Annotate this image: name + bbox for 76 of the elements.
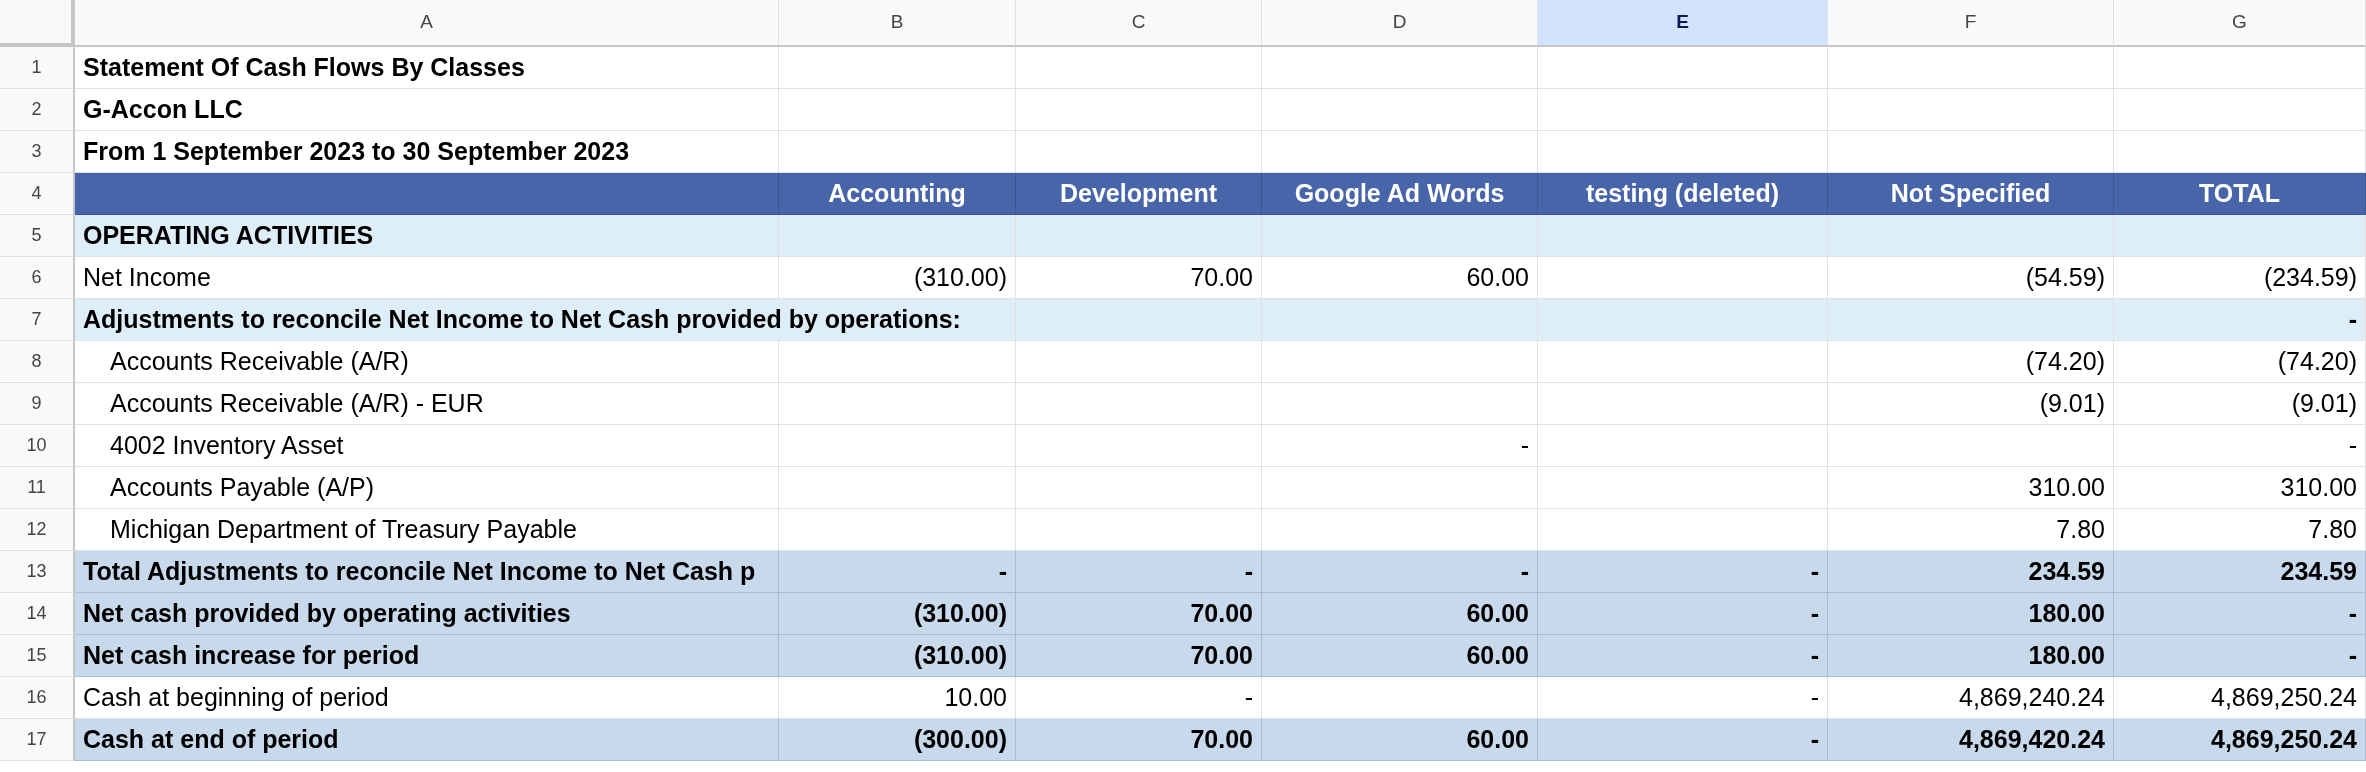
row-header[interactable]: 12 xyxy=(0,509,75,551)
column-header[interactable]: E xyxy=(1538,0,1828,47)
column-title: TOTAL xyxy=(2114,173,2366,215)
table-cell: Accounts Receivable (A/R) xyxy=(75,341,779,383)
row-header[interactable]: 10 xyxy=(0,425,75,467)
table-cell: 310.00 xyxy=(1828,467,2114,509)
table-cell: 234.59 xyxy=(2114,551,2366,593)
table-cell: (9.01) xyxy=(2114,383,2366,425)
table-cell: 4002 Inventory Asset xyxy=(75,425,779,467)
column-title: testing (deleted) xyxy=(1538,173,1828,215)
row-header[interactable]: 16 xyxy=(0,677,75,719)
table-cell: (310.00) xyxy=(779,593,1016,635)
column-title: Not Specified xyxy=(1828,173,2114,215)
row-header[interactable]: 2 xyxy=(0,89,75,131)
row-header[interactable]: 13 xyxy=(0,551,75,593)
table-cell: 60.00 xyxy=(1262,635,1538,677)
column-header[interactable]: G xyxy=(2114,0,2366,47)
table-cell: OPERATING ACTIVITIES xyxy=(75,215,779,257)
table-cell: (9.01) xyxy=(1828,383,2114,425)
column-header[interactable]: F xyxy=(1828,0,2114,47)
table-cell: 234.59 xyxy=(1828,551,2114,593)
row-header[interactable]: 3 xyxy=(0,131,75,173)
table-cell: - xyxy=(1538,719,1828,761)
table-cell: - xyxy=(2114,635,2366,677)
table-cell: 310.00 xyxy=(2114,467,2366,509)
table-cell: - xyxy=(1538,635,1828,677)
table-cell: 60.00 xyxy=(1262,593,1538,635)
table-cell: - xyxy=(1262,551,1538,593)
column-title: Development xyxy=(1016,173,1262,215)
table-cell: 180.00 xyxy=(1828,635,2114,677)
column-header[interactable]: B xyxy=(779,0,1016,47)
table-cell: 70.00 xyxy=(1016,635,1262,677)
row-header[interactable]: 9 xyxy=(0,383,75,425)
column-title: Google Ad Words xyxy=(1262,173,1538,215)
table-cell: (310.00) xyxy=(779,635,1016,677)
table-cell: G-Accon LLC xyxy=(75,89,779,131)
row-header[interactable]: 11 xyxy=(0,467,75,509)
column-header[interactable]: C xyxy=(1016,0,1262,47)
row-header[interactable]: 7 xyxy=(0,299,75,341)
table-cell: Accounts Receivable (A/R) - EUR xyxy=(75,383,779,425)
table-cell: (300.00) xyxy=(779,719,1016,761)
column-header[interactable]: A xyxy=(75,0,779,47)
table-cell: 70.00 xyxy=(1016,719,1262,761)
table-cell: (74.20) xyxy=(2114,341,2366,383)
row-header[interactable]: 6 xyxy=(0,257,75,299)
table-cell: - xyxy=(2114,425,2366,467)
table-cell: - xyxy=(1538,551,1828,593)
table-cell: - xyxy=(2114,299,2366,341)
row-header[interactable]: 4 xyxy=(0,173,75,215)
table-cell: - xyxy=(2114,593,2366,635)
table-cell: Total Adjustments to reconcile Net Income to Net Cash p xyxy=(75,551,779,593)
table-cell: 4,869,420.24 xyxy=(1828,719,2114,761)
table-cell: - xyxy=(1262,425,1538,467)
column-header[interactable]: D xyxy=(1262,0,1538,47)
table-cell: 180.00 xyxy=(1828,593,2114,635)
table-cell: Net cash provided by operating activities xyxy=(75,593,779,635)
table-cell: - xyxy=(1016,551,1262,593)
table-cell: Statement Of Cash Flows By Classes xyxy=(75,47,779,89)
table-cell: - xyxy=(1538,593,1828,635)
row-header[interactable]: 14 xyxy=(0,593,75,635)
row-header[interactable]: 17 xyxy=(0,719,75,761)
row-header[interactable]: 1 xyxy=(0,47,75,89)
column-title: Accounting xyxy=(779,173,1016,215)
table-cell: Accounts Payable (A/P) xyxy=(75,467,779,509)
select-all-corner[interactable] xyxy=(0,0,75,47)
row-header[interactable]: 8 xyxy=(0,341,75,383)
table-cell: (74.20) xyxy=(1828,341,2114,383)
table-cell: Cash at end of period xyxy=(75,719,779,761)
table-cell: 60.00 xyxy=(1262,719,1538,761)
table-cell: 70.00 xyxy=(1016,593,1262,635)
table-cell: - xyxy=(779,551,1016,593)
row-header[interactable]: 5 xyxy=(0,215,75,257)
table-cell: Net cash increase for period xyxy=(75,635,779,677)
table-cell: 4,869,250.24 xyxy=(2114,719,2366,761)
row-header[interactable]: 15 xyxy=(0,635,75,677)
table-cell: Adjustments to reconcile Net Income to Net Cash provided by operations: xyxy=(75,299,1016,341)
